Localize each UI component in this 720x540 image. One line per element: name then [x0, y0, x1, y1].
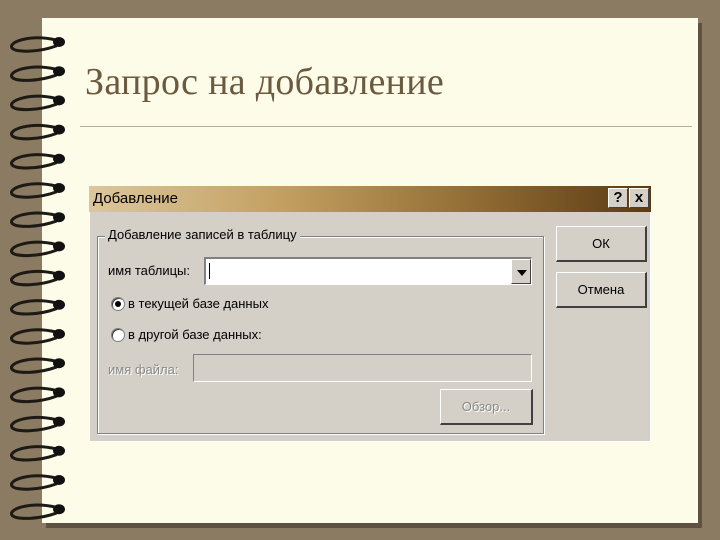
- spiral-ring: [10, 94, 65, 112]
- spiral-ring: [10, 240, 65, 258]
- spiral-ring: [10, 357, 65, 374]
- append-dialog: Добавление ? x Добавление записей в табл…: [89, 186, 651, 442]
- file-name-label: имя файла:: [108, 362, 179, 377]
- chevron-down-icon[interactable]: [511, 259, 531, 284]
- spiral-binding: [10, 36, 65, 520]
- spiral-ring: [10, 445, 65, 462]
- cancel-button[interactable]: Отмена: [556, 272, 647, 308]
- radio-other-database[interactable]: [111, 328, 125, 342]
- ok-button[interactable]: ОК: [556, 226, 647, 262]
- spiral-ring: [10, 328, 65, 345]
- spiral-ring: [10, 299, 65, 316]
- spiral-ring: [10, 65, 65, 82]
- radio-current-database[interactable]: [111, 297, 125, 311]
- spiral-ring: [10, 503, 65, 520]
- spiral-ring: [10, 474, 65, 491]
- title-divider: [80, 126, 692, 127]
- table-name-combobox[interactable]: [204, 257, 532, 285]
- spiral-ring: [10, 123, 65, 141]
- radio-other-database-label[interactable]: в другой базе данных:: [128, 327, 262, 342]
- file-name-field: [193, 354, 532, 382]
- spiral-ring: [10, 182, 65, 199]
- dialog-title: Добавление: [93, 190, 178, 207]
- spiral-ring: [10, 153, 65, 170]
- table-name-label: имя таблицы:: [108, 263, 190, 278]
- radio-current-database-label[interactable]: в текущей базе данных: [128, 296, 268, 311]
- groupbox-label: Добавление записей в таблицу: [105, 227, 300, 242]
- spiral-ring: [10, 211, 65, 228]
- help-button[interactable]: ?: [608, 188, 628, 208]
- spiral-ring: [10, 415, 65, 433]
- close-button[interactable]: x: [629, 188, 649, 208]
- dialog-titlebar[interactable]: Добавление ? x: [89, 186, 651, 212]
- text-caret: [209, 263, 210, 279]
- spiral-ring: [10, 36, 65, 53]
- spiral-ring: [10, 269, 65, 287]
- slide-title: Запрос на добавление: [85, 61, 445, 103]
- spiral-ring: [10, 386, 65, 404]
- browse-button: Обзор...: [440, 389, 533, 425]
